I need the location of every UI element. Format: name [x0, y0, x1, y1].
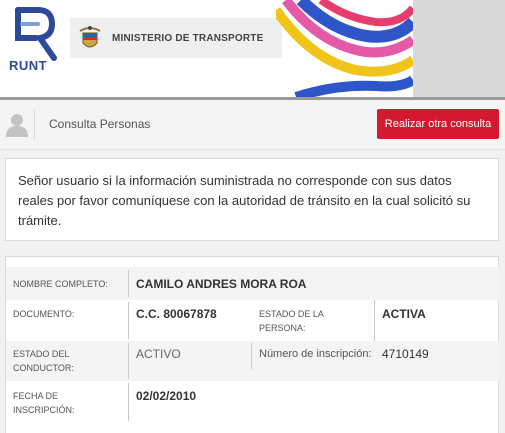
full-name-value: CAMILO ANDRES MORA ROA	[136, 277, 307, 291]
new-query-button[interactable]: Realizar otra consulta	[377, 109, 499, 139]
column-divider	[128, 270, 129, 297]
detail-row-driver: ESTADO DEL CONDUCTOR: ACTIVO Número de i…	[6, 341, 500, 381]
toolbar-divider	[34, 110, 35, 140]
document-label: DOCUMENTO:	[13, 309, 75, 319]
ministry-name: MINISTERIO DE TRANSPORTE	[112, 32, 264, 44]
banner-side-panel	[413, 0, 505, 97]
decorative-waves-icon	[276, 0, 413, 97]
registration-date-label: FECHA DE INSCRIPCIÓN:	[13, 391, 75, 415]
registration-number-label: Número de inscripción:	[259, 348, 372, 360]
column-divider	[251, 343, 252, 369]
notice-box: Señor usuario si la información suminist…	[5, 158, 499, 241]
person-status-label: ESTADO DE LA PERSONA:	[259, 309, 324, 333]
person-details: NOMBRE COMPLETO: CAMILO ANDRES MORA ROA …	[5, 256, 500, 433]
person-status-value: ACTIVA	[382, 307, 426, 321]
full-name-label: NOMBRE COMPLETO:	[13, 279, 108, 289]
driver-status-value: ACTIVO	[136, 347, 181, 361]
detail-row-document: DOCUMENTO: C.C. 80067878 ESTADO DE LA PE…	[6, 300, 500, 341]
user-icon	[6, 114, 28, 137]
notice-text: Señor usuario si la información suminist…	[18, 173, 471, 228]
user-icon-container	[0, 100, 34, 150]
column-divider	[374, 300, 375, 341]
detail-row-date: FECHA DE INSCRIPCIÓN: 02/02/2010	[6, 381, 500, 423]
column-divider	[128, 343, 129, 379]
page-title: Consulta Personas	[49, 117, 151, 131]
driver-status-label: ESTADO DEL CONDUCTOR:	[13, 349, 74, 373]
header-banner: RUNT MINISTERIO DE TRANSPORTE	[0, 0, 505, 97]
document-value: C.C. 80067878	[136, 307, 217, 321]
registration-date-value: 02/02/2010	[136, 389, 197, 403]
column-divider	[128, 383, 129, 421]
ministry-logo: MINISTERIO DE TRANSPORTE	[70, 18, 282, 58]
runt-logo-text: RUNT	[9, 58, 48, 73]
detail-row-name: NOMBRE COMPLETO: CAMILO ANDRES MORA ROA	[6, 267, 500, 300]
registration-number-value: 4710149	[382, 347, 429, 361]
column-divider	[128, 302, 129, 339]
coat-of-arms-icon	[79, 26, 101, 48]
